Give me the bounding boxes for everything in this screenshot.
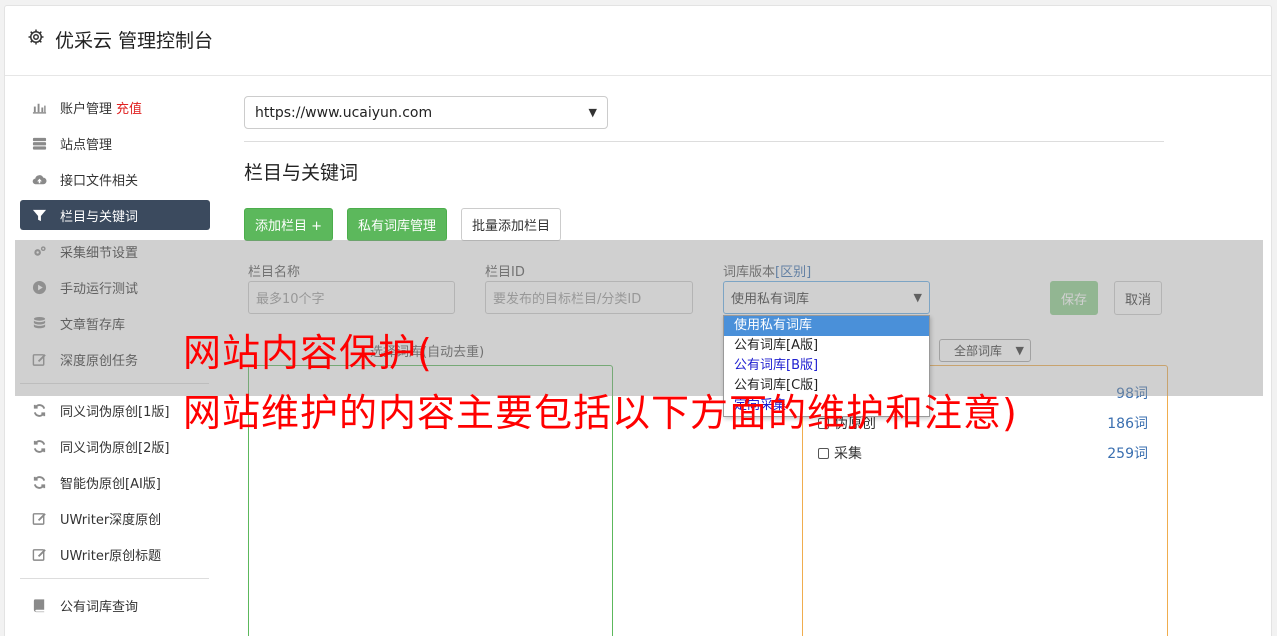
dropdown-option[interactable]: 公有词库[A版] <box>724 336 929 356</box>
site-select[interactable]: https://www.ucaiyun.com ▼ <box>244 96 608 129</box>
main-content: https://www.ucaiyun.com ▼ 栏目与关键词 添加栏目 + … <box>244 96 1164 241</box>
sidebar-item-label: 接口文件相关 <box>60 173 139 189</box>
bar-chart-icon <box>31 99 47 115</box>
section-title: 栏目与关键词 <box>244 162 359 184</box>
refresh-icon <box>31 402 47 418</box>
add-column-button[interactable]: 添加栏目 + <box>244 208 334 241</box>
batch-add-button[interactable]: 批量添加栏目 <box>461 208 562 241</box>
refresh-icon <box>31 474 47 490</box>
private-lib-button[interactable]: 私有词库管理 <box>347 208 448 241</box>
sidebar-item-uwriter-title[interactable]: UWriter原创标题 <box>20 539 210 569</box>
lib-row-name: 采集 <box>818 443 862 463</box>
refresh-icon <box>31 438 47 454</box>
lib-count: 186词 <box>1107 416 1148 432</box>
app-title: 优采云 管理控制台 <box>55 30 214 52</box>
sidebar-item-label: 公有词库查询 <box>60 599 139 615</box>
banner-line-1: 网站内容保护( <box>183 331 433 375</box>
sidebar-item-label: 智能伪原创[AI版] <box>60 476 161 492</box>
lib-row[interactable]: 采集 259词 <box>818 443 1148 463</box>
action-buttons: 添加栏目 + 私有词库管理 批量添加栏目 <box>244 208 1164 241</box>
sidebar-item-sites[interactable]: 站点管理 <box>20 128 210 158</box>
banner-line-2: 网站维护的内容主要包括以下方面的维护和注意) <box>183 391 1018 435</box>
edit-icon <box>31 510 47 526</box>
sidebar-item-label: 栏目与关键词 <box>60 209 139 225</box>
sidebar-item-uwriter-deep[interactable]: UWriter深度原创 <box>20 503 210 533</box>
sidebar-item-label: UWriter深度原创 <box>60 512 162 528</box>
filter-icon <box>31 207 47 223</box>
sidebar-item-label: 账户管理 <box>60 101 113 117</box>
sidebar-item-label: 同义词伪原创[1版] <box>60 404 170 420</box>
gear-icon <box>27 28 45 51</box>
sidebar-item-synonym-v1[interactable]: 同义词伪原创[1版] <box>20 395 210 425</box>
page-title: 优采云 管理控制台 <box>27 26 213 53</box>
card-header: 优采云 管理控制台 <box>5 6 1271 76</box>
sidebar-item-synonym-v2[interactable]: 同义词伪原创[2版] <box>20 431 210 461</box>
sidebar-item-label: UWriter原创标题 <box>60 548 162 564</box>
sidebar-item-label: 站点管理 <box>60 137 113 153</box>
chevron-down-icon: ▼ <box>588 106 597 119</box>
book-icon <box>31 597 47 613</box>
cloud-upload-icon <box>31 171 47 187</box>
sidebar-item-api-files[interactable]: 接口文件相关 <box>20 164 210 194</box>
sidebar-item-public-lib[interactable]: 公有词库查询 <box>20 590 210 620</box>
sidebar-item-account[interactable]: 账户管理 充值 <box>20 92 210 122</box>
sidebar-divider <box>20 578 209 579</box>
recharge-link[interactable]: 充值 <box>116 98 142 117</box>
dropdown-option[interactable]: 使用私有词库 <box>724 316 929 336</box>
server-icon <box>31 135 47 151</box>
divider <box>244 141 1164 142</box>
dropdown-option[interactable]: 公有词库[B版] <box>724 356 929 376</box>
lib-count: 259词 <box>1107 446 1148 462</box>
sidebar-item-label: 同义词伪原创[2版] <box>60 440 170 456</box>
sidebar-item-ai-rewrite[interactable]: 智能伪原创[AI版] <box>20 467 210 497</box>
sidebar-item-columns-keywords[interactable]: 栏目与关键词 <box>20 200 210 230</box>
edit-icon <box>31 546 47 562</box>
lib-name: 采集 <box>834 446 862 462</box>
site-select-value: https://www.ucaiyun.com <box>255 104 433 121</box>
checkbox[interactable] <box>818 447 829 459</box>
